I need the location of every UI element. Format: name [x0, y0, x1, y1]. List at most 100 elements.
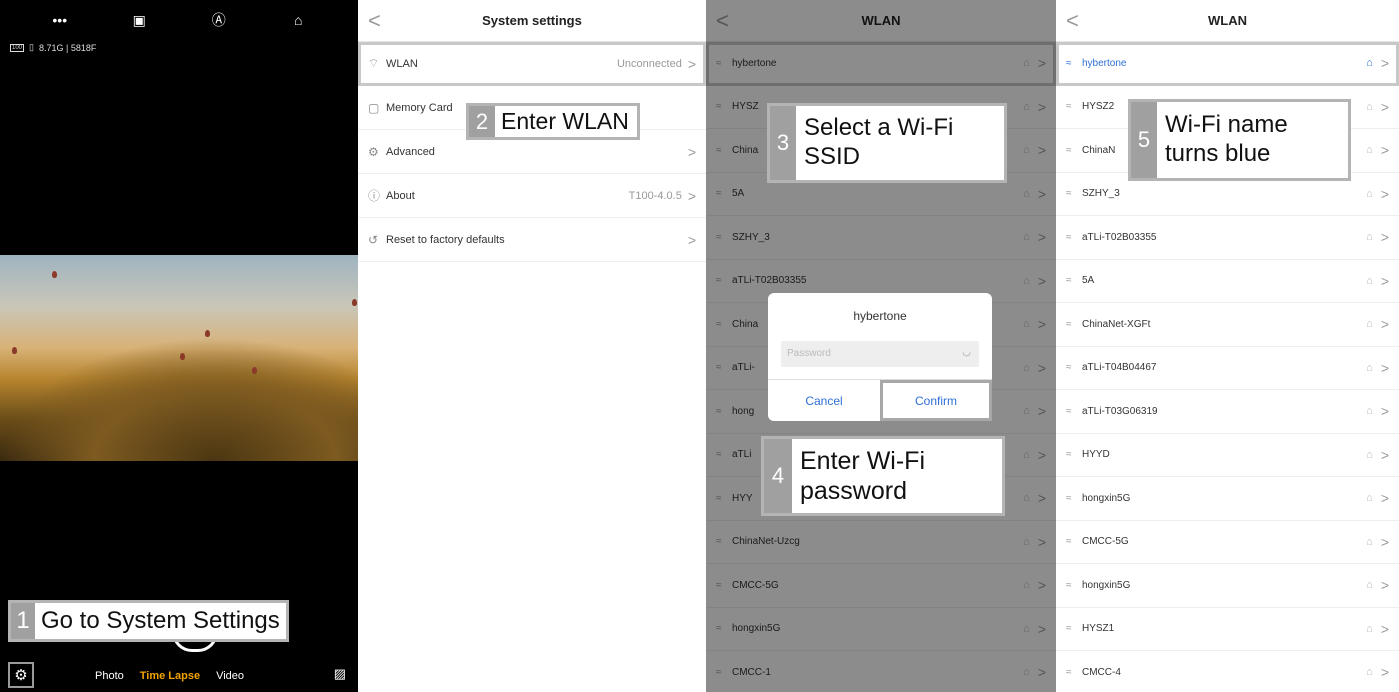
gallery-icon[interactable]: ▨	[334, 666, 346, 682]
camera-top-bar: ••• ▣ Ⓐ ⌂	[0, 0, 358, 40]
wifi-icon: ≈	[1066, 231, 1072, 243]
callout-number: 4	[764, 439, 792, 513]
wifi-network-name: CMCC-5G	[1082, 536, 1129, 548]
chevron-right-icon: >	[1380, 316, 1389, 333]
wifi-icon: ≈	[1066, 449, 1072, 461]
balloon	[205, 330, 210, 337]
wifi-icon: ≈	[1066, 318, 1072, 330]
wifi-network-name: CMCC-4	[1082, 666, 1121, 678]
chevron-right-icon: >	[1380, 359, 1389, 376]
callout-number: 2	[469, 106, 495, 137]
wifi-network-item[interactable]: ≈ aTLi-T03G06319 ⌂ >	[1056, 390, 1399, 434]
wifi-icon: ≈	[1066, 101, 1072, 113]
settings-item-wlan[interactable]: ⌔ WLAN Unconnected >	[358, 42, 706, 86]
lock-icon: ⌂	[1366, 492, 1373, 505]
chevron-right-icon: >	[687, 231, 696, 248]
wifi-network-item[interactable]: ≈ HYYD ⌂ >	[1056, 434, 1399, 477]
page-title: System settings	[482, 13, 582, 28]
lock-icon: ⌂	[1366, 361, 1373, 374]
battery-icon: 100	[10, 43, 25, 52]
wifi-network-name: aTLi-T03G06319	[1082, 405, 1158, 417]
chevron-right-icon: >	[687, 143, 696, 160]
wifi-network-name: hongxin5G	[1082, 492, 1131, 504]
callout-step-4: 4 Enter Wi-Fi password	[761, 436, 1005, 516]
callout-number: 1	[11, 603, 35, 639]
callout-line: Select a Wi-Fi	[804, 114, 954, 142]
chevron-right-icon: >	[1380, 533, 1389, 550]
wifi-network-name: hybertone	[1082, 57, 1127, 69]
back-icon[interactable]: <	[1066, 8, 1079, 34]
wifi-network-name: HYYD	[1082, 449, 1110, 461]
back-icon[interactable]: <	[368, 8, 381, 34]
settings-item-label: WLAN	[386, 57, 418, 70]
callout-text: Enter WLAN	[495, 106, 637, 137]
lock-icon: ⌂	[1366, 666, 1373, 679]
chevron-right-icon: >	[1380, 98, 1389, 115]
storage-text: 8.71G | 5818F	[38, 42, 97, 53]
wifi-network-name: aTLi-T02B03355	[1082, 231, 1157, 243]
settings-nav-bar: < System settings	[358, 0, 706, 42]
tutorial-composite: ••• ▣ Ⓐ ⌂ 100 ▯ 8.71G | 5818F ⚙ Photo Ti…	[0, 0, 1399, 692]
wifi-icon: ≈	[1066, 666, 1072, 678]
confirm-button[interactable]: Confirm	[880, 380, 992, 421]
mode-time-lapse[interactable]: Time Lapse	[140, 670, 200, 682]
settings-item-about[interactable]: ⓘ About T100-4.0.5 >	[358, 174, 706, 218]
wifi-network-item[interactable]: ≈ hongxin5G ⌂ >	[1056, 477, 1399, 521]
page-title: WLAN	[1208, 13, 1247, 28]
lock-icon: ⌂	[1366, 187, 1373, 200]
wifi-network-item[interactable]: ≈ aTLi-T04B04467 ⌂ >	[1056, 347, 1399, 390]
wifi-icon: ≈	[1066, 144, 1072, 156]
wifi-network-item[interactable]: ≈ hybertone ⌂ >	[1056, 42, 1399, 86]
gear-icon[interactable]: ⚙	[8, 662, 34, 688]
lock-icon: ⌂	[1366, 579, 1373, 592]
wifi-icon: ≈	[1066, 623, 1072, 635]
wifi-network-item[interactable]: ≈ CMCC-4 ⌂ >	[1056, 651, 1399, 692]
chevron-right-icon: >	[1380, 577, 1389, 594]
wifi-network-item[interactable]: ≈ HYSZ1 ⌂ >	[1056, 608, 1399, 651]
wifi-network-name: 5A	[1082, 275, 1095, 287]
mode-video[interactable]: Video	[216, 670, 244, 682]
balloon	[12, 347, 17, 354]
lock-icon: ⌂	[1366, 448, 1373, 461]
more-icon[interactable]: •••	[45, 12, 75, 28]
chevron-right-icon: >	[687, 187, 696, 204]
wifi-icon: ≈	[1066, 492, 1072, 504]
home-icon[interactable]: ⌂	[283, 12, 313, 28]
hdr-icon[interactable]: ▣	[124, 12, 154, 29]
storage-status: 100 ▯ 8.71G | 5818F	[10, 42, 96, 53]
wifi-icon: ≈	[1066, 275, 1072, 287]
wifi-icon: ≈	[1066, 57, 1072, 69]
wifi-network-item[interactable]: ≈ hongxin5G ⌂ >	[1056, 564, 1399, 608]
eye-closed-icon[interactable]: ◡	[962, 347, 971, 358]
lock-icon: ⌂	[1366, 274, 1373, 287]
wifi-network-item[interactable]: ≈5A ⌂ >	[1056, 260, 1399, 303]
mode-photo[interactable]: Photo	[95, 670, 124, 682]
wifi-network-item[interactable]: ≈ ChinaNet-XGFt ⌂ >	[1056, 303, 1399, 347]
settings-item-reset[interactable]: ↺ Reset to factory defaults >	[358, 218, 706, 262]
landscape-hills	[0, 337, 358, 461]
chevron-right-icon: >	[1380, 490, 1389, 507]
sd-card-icon: ▯	[29, 42, 34, 52]
wifi-network-item[interactable]: ≈ CMCC-5G ⌂ >	[1056, 521, 1399, 564]
settings-item-label: Advanced	[386, 145, 435, 158]
auto-icon[interactable]: Ⓐ	[204, 10, 234, 30]
lock-icon: ⌂	[1366, 231, 1373, 244]
callout-text: Go to System Settings	[35, 603, 286, 639]
callout-step-3: 3 Select a Wi-Fi SSID	[767, 103, 1007, 183]
chevron-right-icon: >	[1380, 620, 1389, 637]
wifi-network-name: hongxin5G	[1082, 579, 1131, 591]
balloon	[252, 367, 257, 374]
callout-number: 5	[1131, 102, 1157, 178]
password-input[interactable]: Password ◡	[781, 341, 979, 367]
chevron-right-icon: >	[1380, 142, 1389, 159]
cancel-button[interactable]: Cancel	[768, 380, 880, 421]
callout-text: Wi-Fi name turns blue	[1157, 102, 1296, 178]
chevron-right-icon: >	[1380, 664, 1389, 681]
chevron-right-icon: >	[1380, 185, 1389, 202]
wifi-network-item[interactable]: ≈ aTLi-T02B03355 ⌂ >	[1056, 216, 1399, 260]
wifi-icon: ≈	[1066, 405, 1072, 417]
password-dialog: hybertone Password ◡ Cancel Confirm	[768, 293, 992, 421]
password-placeholder: Password	[787, 348, 831, 359]
wifi-network-name: HYSZ1	[1082, 623, 1115, 635]
wifi-icon: ≈	[1066, 188, 1072, 200]
